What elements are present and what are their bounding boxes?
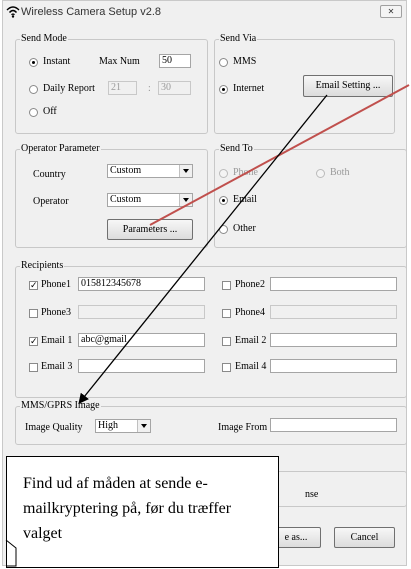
annotation-arrows [5,84,410,567]
black-arrow [78,94,328,405]
callout-tail [5,539,17,567]
